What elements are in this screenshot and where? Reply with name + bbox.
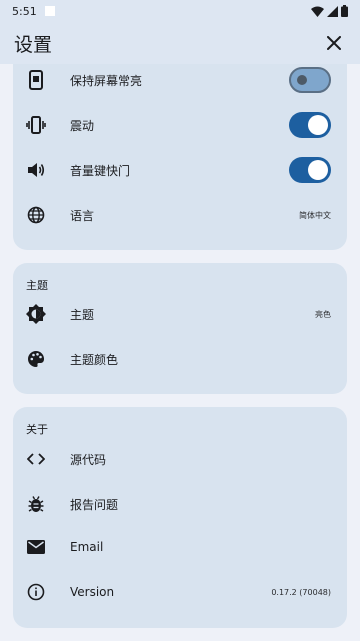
theme-settings-card: 主题 主题 亮色 主题颜色 [13,263,347,394]
vibration-toggle[interactable] [289,112,331,138]
about-section-title: 关于 [26,423,48,436]
vibration-icon [26,115,46,135]
toggle-knob [297,75,307,85]
status-icons [311,5,348,17]
vibration-row[interactable]: 震动 [13,105,347,145]
code-icon [26,449,46,469]
page-title: 设置 [14,33,53,56]
volume-shutter-toggle[interactable] [289,157,331,183]
source-code-label: 源代码 [70,452,107,467]
brightness-icon [26,304,46,324]
keep-screen-on-toggle[interactable] [289,67,331,93]
bug-icon [26,494,46,514]
language-value: 简体中文 [299,210,331,220]
volume-icon [26,160,46,180]
close-icon [327,36,341,50]
email-label: Email [70,540,104,554]
language-label: 语言 [70,208,95,223]
globe-icon [26,205,46,225]
report-issue-label: 报告问题 [70,497,119,512]
status-bar: 5:51 [0,0,360,22]
version-row[interactable]: Version 0.17.2 (70048) [13,572,347,612]
toggle-knob [308,160,328,180]
theme-section-title: 主题 [26,279,48,292]
theme-color-label: 主题颜色 [70,352,119,367]
theme-value: 亮色 [315,309,331,319]
phone-screen-icon [26,70,46,90]
volume-shutter-row[interactable]: 音量键快门 [13,150,347,190]
navigation-bar [0,634,360,641]
app-bar: 设置 [0,22,360,64]
volume-shutter-label: 音量键快门 [70,163,131,178]
version-value: 0.17.2 (70048) [271,587,331,597]
version-label: Version [70,585,115,599]
battery-icon [341,5,348,17]
toggle-knob [308,115,328,135]
general-settings-card: 保持屏幕常亮 震动 音量键快门 语言 简体中文 [13,64,347,250]
palette-icon [26,349,46,369]
close-button[interactable] [322,31,346,55]
report-issue-row[interactable]: 报告问题 [13,484,347,524]
vibration-label: 震动 [70,118,95,133]
mail-icon [26,537,46,557]
signal-icon [327,5,338,17]
wifi-icon [311,6,324,17]
keep-screen-on-label: 保持屏幕常亮 [70,73,143,88]
source-code-row[interactable]: 源代码 [13,439,347,479]
notification-icon [44,6,55,16]
about-card: 关于 源代码 报告问题 Email Version 0.17.2 (70048) [13,407,347,628]
theme-label: 主题 [70,307,95,322]
email-row[interactable]: Email [13,527,347,567]
keep-screen-on-row[interactable]: 保持屏幕常亮 [13,60,347,100]
theme-row[interactable]: 主题 亮色 [13,294,347,334]
theme-color-row[interactable]: 主题颜色 [13,339,347,379]
status-time: 5:51 [12,4,37,18]
info-icon [26,582,46,602]
language-row[interactable]: 语言 简体中文 [13,195,347,235]
